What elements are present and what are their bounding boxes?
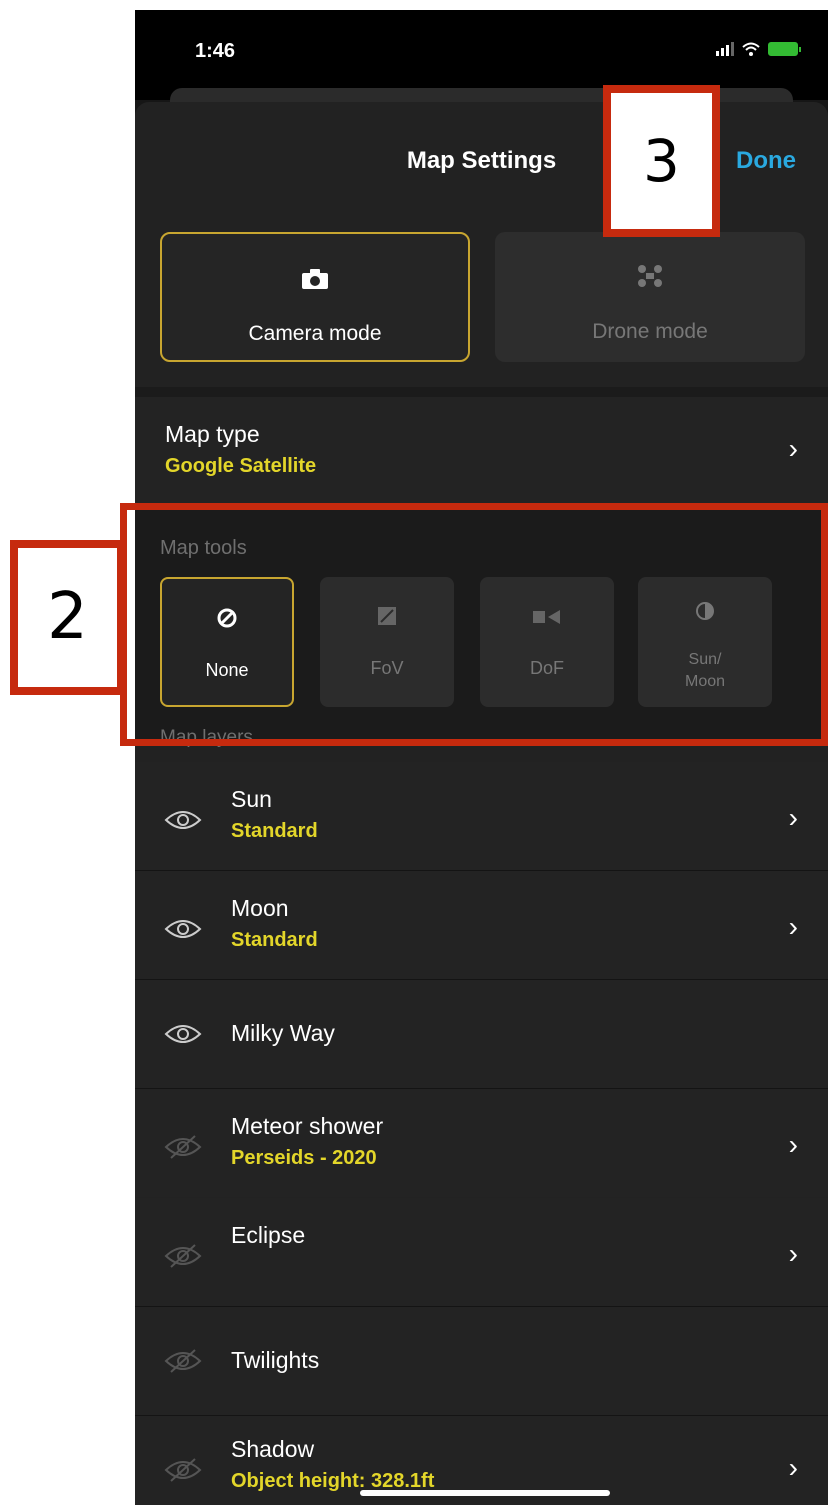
map-type-label: Map type: [165, 421, 260, 447]
layer-milky-way-label: Milky Way: [231, 1020, 335, 1046]
chevron-right-icon: ›: [788, 1129, 798, 1160]
page-title: Map Settings: [406, 147, 557, 174]
layer-sun-value: Standard: [231, 820, 318, 842]
layer-meteor-shower-value: Perseids - 2020: [231, 1147, 377, 1169]
signal-icon: [716, 42, 734, 56]
layer-row-meteor-shower[interactable]: Meteor shower Perseids - 2020 ›: [135, 1089, 828, 1197]
annotation-number-3: 3: [603, 85, 720, 237]
wifi-icon: [742, 42, 760, 56]
layer-moon-value: Standard: [231, 929, 318, 951]
map-type-value: Google Satellite: [165, 455, 317, 477]
camera-icon: [162, 266, 468, 297]
eye-off-icon[interactable]: [163, 1349, 203, 1373]
eye-off-icon[interactable]: [163, 1244, 203, 1268]
layer-row-milky-way[interactable]: Milky Way: [135, 980, 828, 1088]
layer-meteor-shower-label: Meteor shower: [231, 1113, 384, 1139]
layer-twilights-label: Twilights: [231, 1347, 320, 1373]
eye-icon[interactable]: [163, 1022, 203, 1046]
layer-row-twilights[interactable]: Twilights: [135, 1307, 828, 1415]
layer-shadow-label: Shadow: [231, 1436, 315, 1462]
drone-mode-button[interactable]: Drone mode: [495, 232, 805, 362]
status-time: 1:46: [195, 40, 236, 62]
drone-mode-label: Drone mode: [592, 320, 708, 343]
drone-icon: [495, 264, 805, 295]
camera-mode-label: Camera mode: [248, 322, 382, 345]
map-type-row[interactable]: Map type Google Satellite ›: [135, 397, 828, 505]
chevron-right-icon: ›: [788, 433, 798, 464]
chevron-right-icon: ›: [788, 1452, 798, 1483]
layer-sun-label: Sun: [231, 786, 272, 812]
chevron-right-icon: ›: [788, 1238, 798, 1269]
chevron-right-icon: ›: [788, 911, 798, 942]
layer-row-moon[interactable]: Moon Standard ›: [135, 871, 828, 979]
home-indicator: [360, 1490, 610, 1496]
layer-moon-label: Moon: [231, 895, 289, 921]
eye-off-icon[interactable]: [163, 1458, 203, 1482]
eye-off-icon[interactable]: [163, 1135, 203, 1159]
layer-row-eclipse[interactable]: Eclipse ›: [135, 1198, 828, 1306]
annotation-number-2: 2: [10, 540, 125, 695]
battery-icon: [768, 42, 801, 56]
eye-icon[interactable]: [163, 808, 203, 832]
phone-screen: 1:46 Map Settings Done Camera mode Drone…: [135, 10, 828, 1505]
map-settings-sheet: Map Settings Done Camera mode Drone mode…: [135, 102, 828, 1505]
status-icons: [716, 42, 801, 56]
chevron-right-icon: ›: [788, 802, 798, 833]
eye-icon[interactable]: [163, 917, 203, 941]
divider-band: [135, 387, 828, 397]
status-bar: 1:46: [135, 10, 828, 100]
annotation-highlight-map-tools: [120, 503, 828, 746]
layer-row-sun[interactable]: Sun Standard ›: [135, 762, 828, 870]
done-button[interactable]: Done: [736, 147, 796, 175]
layer-eclipse-label: Eclipse: [231, 1222, 306, 1248]
camera-mode-button[interactable]: Camera mode: [160, 232, 470, 362]
